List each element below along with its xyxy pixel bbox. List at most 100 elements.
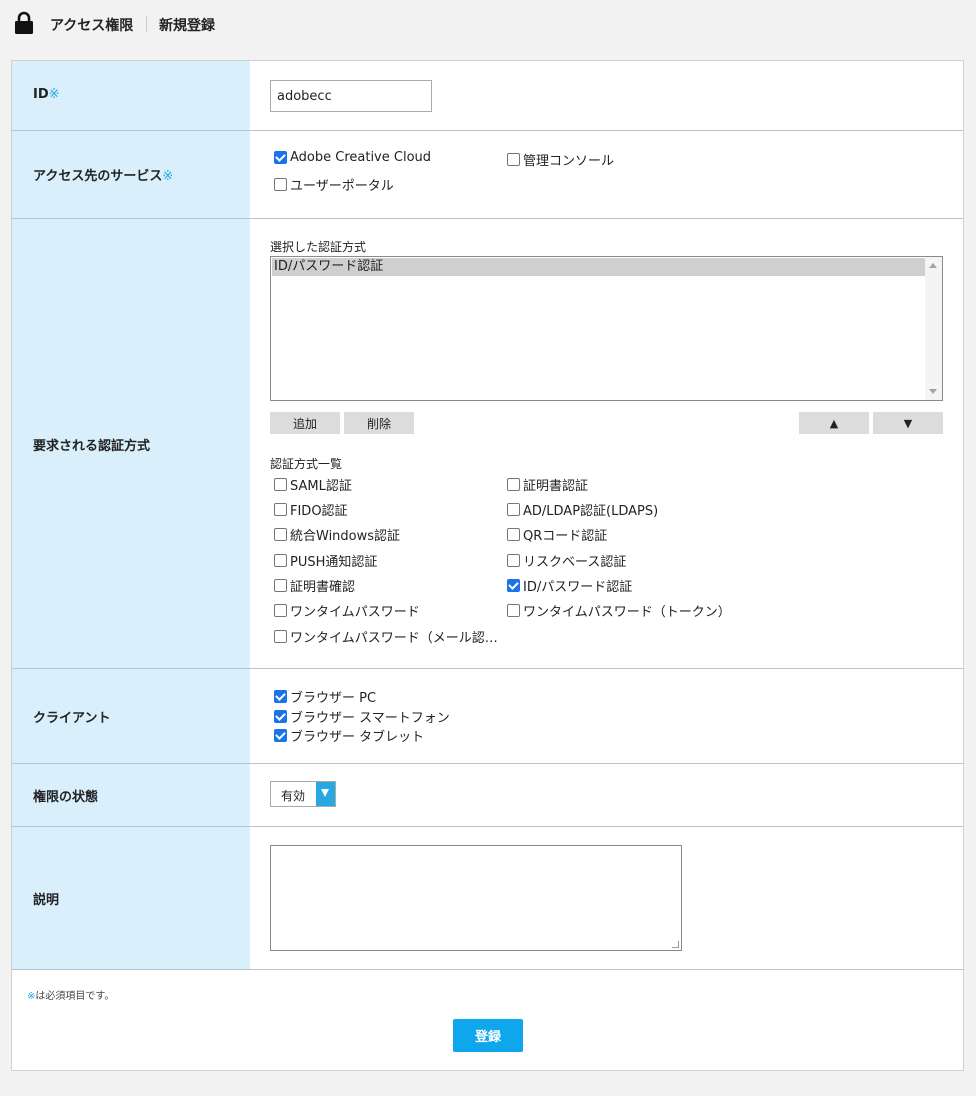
client-label-cell: クライアント [12,669,250,763]
move-up-button[interactable]: ▲ [799,412,869,434]
checkbox[interactable] [274,503,287,516]
checkbox-label: 証明書認証 [523,479,589,494]
method-checkbox-risk[interactable]: リスクベース認証 [507,551,626,570]
page-title: アクセス権限 [50,18,134,34]
header-divider [146,16,147,32]
method-checkbox-id-password[interactable]: ID/パスワード認証 [507,576,632,595]
method-checkbox-otp-mail[interactable]: ワンタイムパスワード（メール認… [274,627,498,646]
checkbox-label: リスクベース認証 [523,555,627,570]
checkbox-checked[interactable] [274,151,287,164]
auth-label: 要求される認証方式 [33,439,151,454]
selected-method-option[interactable]: ID/パスワード認証 [272,258,925,276]
checkbox-label: ブラウザー PC [290,691,377,706]
method-checkbox-fido[interactable]: FIDO認証 [274,500,348,519]
checkbox-label: SAML認証 [290,479,352,494]
required-mark: ※ [162,169,174,184]
form-panel: ID※ adobecc アクセス先のサービス※ Adobe Creative C… [11,60,964,1071]
id-label: ID※ [33,87,60,102]
checkbox[interactable] [274,630,287,643]
checkbox-label: ブラウザー タブレット [290,730,425,745]
checkbox[interactable] [274,554,287,567]
checkbox-label: 証明書確認 [290,580,356,595]
checkbox[interactable] [507,554,520,567]
checkbox-label: 統合Windows認証 [290,529,401,544]
client-checkbox-smartphone[interactable]: ブラウザー スマートフォン [274,707,450,726]
selected-methods-listbox[interactable]: ID/パスワード認証 [270,256,943,401]
service-label-text: アクセス先のサービス [33,169,163,184]
required-note-text: は必須項目です。 [35,991,115,1002]
description-label-cell: 説明 [12,827,250,969]
checkbox[interactable] [507,528,520,541]
lock-icon [15,11,33,34]
checkbox-checked[interactable] [274,710,287,723]
method-list-title: 認証方式一覧 [270,457,343,471]
move-down-button[interactable]: ▼ [873,412,943,434]
service-label: アクセス先のサービス※ [33,165,173,184]
status-select-value: 有効 [281,789,306,803]
service-checkbox-admin-console[interactable]: 管理コンソール [507,150,614,169]
selected-methods-title: 選択した認証方式 [270,240,367,254]
method-checkbox-windows[interactable]: 統合Windows認証 [274,525,400,544]
required-mark: ※ [48,87,60,102]
add-button[interactable]: 追加 [270,412,340,434]
checkbox[interactable] [507,604,520,617]
checkbox-checked[interactable] [274,690,287,703]
id-label-cell: ID※ [12,61,250,130]
description-label: 説明 [33,893,60,908]
description-textarea[interactable] [270,845,682,951]
method-checkbox-cert-check[interactable]: 証明書確認 [274,576,355,595]
method-checkbox-push[interactable]: PUSH通知認証 [274,551,377,570]
checkbox-label: ブラウザー スマートフォン [290,711,450,726]
checkbox-label: ユーザーポータル [290,179,394,194]
id-input[interactable]: adobecc [270,80,432,112]
status-row: 権限の状態 有効 [12,764,963,827]
status-label-cell: 権限の状態 [12,764,250,826]
checkbox-label: AD/LDAP認証(LDAPS) [523,504,659,519]
register-button[interactable]: 登録 [453,1019,523,1052]
checkbox[interactable] [274,528,287,541]
checkbox[interactable] [507,478,520,491]
scroll-up-icon[interactable] [929,263,937,268]
description-row: 説明 [12,827,963,970]
auth-row: 要求される認証方式 選択した認証方式 ID/パスワード認証 追加 削除 ▲ ▼ … [12,219,963,669]
service-row: アクセス先のサービス※ Adobe Creative Cloud 管理コンソール… [12,131,963,219]
checkbox-label: FIDO認証 [290,504,348,519]
checkbox-label: PUSH通知認証 [290,555,378,570]
checkbox[interactable] [507,153,520,166]
client-label: クライアント [33,711,111,726]
delete-button[interactable]: 削除 [344,412,414,434]
method-checkbox-cert-auth[interactable]: 証明書認証 [507,475,588,494]
status-label: 権限の状態 [33,790,99,805]
client-row: クライアント ブラウザー PC ブラウザー スマートフォン ブラウザー タブレッ… [12,669,963,764]
checkbox[interactable] [274,178,287,191]
service-label-cell: アクセス先のサービス※ [12,131,250,218]
page-header: アクセス権限 新規登録 [0,0,976,48]
checkbox-checked[interactable] [274,729,287,742]
checkbox-label: ワンタイムパスワード [290,605,420,620]
client-checkbox-tablet[interactable]: ブラウザー タブレット [274,726,424,745]
checkbox[interactable] [274,604,287,617]
scroll-down-icon[interactable] [929,389,937,394]
method-checkbox-otp-token[interactable]: ワンタイムパスワード（トークン） [507,601,731,620]
checkbox[interactable] [274,579,287,592]
id-row: ID※ adobecc [12,61,963,131]
chevron-down-icon[interactable] [316,782,335,806]
checkbox-label: ID/パスワード認証 [523,580,633,595]
service-checkbox-adobe-cc[interactable]: Adobe Creative Cloud [274,150,431,165]
listbox-scrollbar[interactable] [925,257,942,400]
required-note: ※は必須項目です。 [27,987,114,1002]
method-checkbox-otp[interactable]: ワンタイムパスワード [274,601,420,620]
status-select[interactable]: 有効 [270,781,336,807]
method-checkbox-ad-ldap[interactable]: AD/LDAP認証(LDAPS) [507,500,658,519]
method-checkbox-qr[interactable]: QRコード認証 [507,525,607,544]
checkbox[interactable] [507,503,520,516]
checkbox-checked[interactable] [507,579,520,592]
client-checkbox-pc[interactable]: ブラウザー PC [274,687,376,706]
page-subtitle: 新規登録 [159,18,215,34]
method-checkbox-saml[interactable]: SAML認証 [274,475,352,494]
checkbox[interactable] [274,478,287,491]
checkbox-label: ワンタイムパスワード（トークン） [523,605,731,620]
service-checkbox-user-portal[interactable]: ユーザーポータル [274,175,394,194]
checkbox-label: 管理コンソール [523,154,615,169]
checkbox-label: QRコード認証 [523,529,608,544]
